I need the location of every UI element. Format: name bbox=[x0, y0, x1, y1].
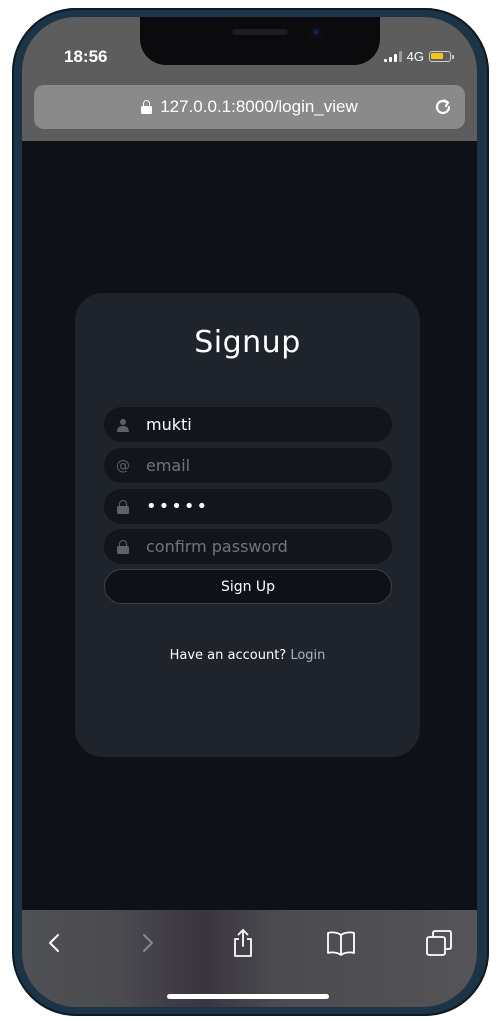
page-title: Signup bbox=[194, 325, 301, 360]
tabs-icon bbox=[426, 930, 452, 956]
login-link[interactable]: Login bbox=[290, 648, 325, 663]
username-field[interactable] bbox=[104, 407, 392, 442]
email-input[interactable] bbox=[146, 456, 376, 475]
tabs-button[interactable] bbox=[422, 926, 456, 960]
battery-fill bbox=[431, 53, 443, 59]
back-icon bbox=[49, 934, 59, 952]
url-bar[interactable]: 127.0.0.1:8000/login_view bbox=[34, 85, 465, 129]
at-icon: @ bbox=[116, 457, 130, 474]
lock-icon bbox=[141, 100, 153, 114]
bookmarks-icon bbox=[327, 931, 355, 956]
confirm-password-input[interactable] bbox=[146, 537, 376, 556]
back-button[interactable] bbox=[38, 926, 72, 960]
lock-icon bbox=[116, 499, 130, 514]
signal-icon bbox=[383, 51, 402, 62]
password-input[interactable]: ••••• bbox=[146, 496, 376, 517]
lock-icon bbox=[116, 539, 130, 554]
notch bbox=[140, 17, 380, 65]
share-icon bbox=[234, 929, 252, 957]
login-prompt: Have an account? Login bbox=[75, 648, 420, 663]
url-text[interactable]: 127.0.0.1:8000/login_view bbox=[160, 97, 358, 117]
network-label: 4G bbox=[406, 49, 424, 64]
browser-toolbar bbox=[22, 910, 477, 1007]
confirm-password-field[interactable] bbox=[104, 529, 392, 564]
status-time: 18:56 bbox=[64, 47, 108, 66]
sign-up-button[interactable]: Sign Up bbox=[104, 569, 392, 604]
forward-icon bbox=[143, 934, 153, 952]
phone-screen: 18:56 4G 127.0.0.1:8000/login_view Signu… bbox=[22, 17, 477, 1007]
battery-icon bbox=[429, 51, 454, 62]
camera-icon bbox=[310, 26, 322, 38]
signup-card: Signup @ ••••• bbox=[75, 293, 420, 757]
speaker-grille bbox=[232, 29, 288, 35]
reload-icon[interactable] bbox=[431, 95, 455, 119]
username-input[interactable] bbox=[146, 415, 376, 434]
home-indicator[interactable] bbox=[167, 994, 329, 999]
page-content: Signup @ ••••• bbox=[22, 141, 477, 911]
forward-button[interactable] bbox=[130, 926, 164, 960]
password-field[interactable]: ••••• bbox=[104, 489, 392, 524]
url-content: 127.0.0.1:8000/login_view bbox=[34, 85, 465, 129]
have-account-text: Have an account? bbox=[169, 648, 287, 663]
bookmarks-button[interactable] bbox=[324, 926, 358, 960]
email-field[interactable]: @ bbox=[104, 448, 392, 483]
browser-chrome: 18:56 4G 127.0.0.1:8000/login_view bbox=[22, 17, 477, 141]
status-indicators: 4G bbox=[383, 49, 454, 64]
user-icon bbox=[116, 418, 130, 432]
share-button[interactable] bbox=[226, 926, 260, 960]
